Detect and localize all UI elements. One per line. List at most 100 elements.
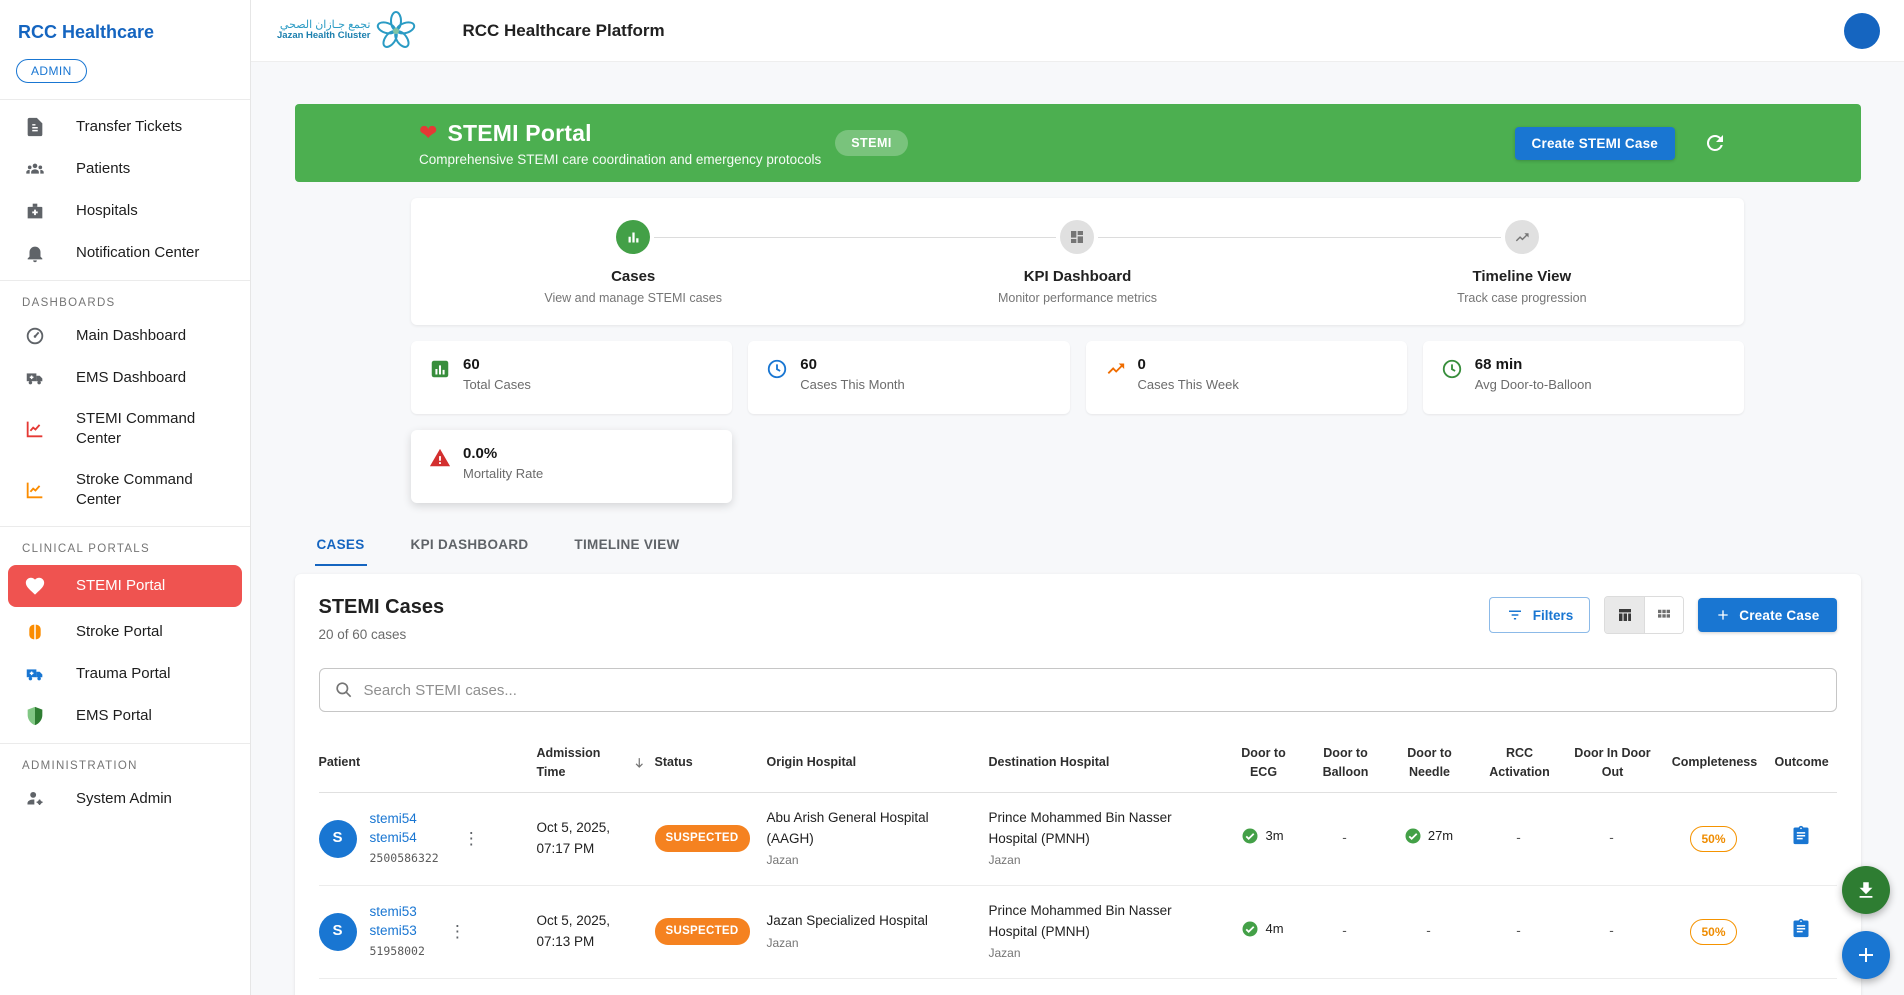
patient-mrn: 2500586322 bbox=[370, 850, 439, 867]
search-icon bbox=[334, 680, 354, 700]
col-door-in-door-out[interactable]: Door In Door Out bbox=[1571, 734, 1663, 792]
destination-city: Jazan bbox=[989, 944, 1217, 962]
trending-icon bbox=[1513, 229, 1530, 246]
col-origin-hospital[interactable]: Origin Hospital bbox=[767, 743, 989, 782]
col-door-to-balloon[interactable]: Door to Balloon bbox=[1309, 734, 1391, 792]
stat-label: Cases This Week bbox=[1138, 377, 1239, 392]
clipboard-icon bbox=[1791, 918, 1811, 938]
sidebar-item-patients[interactable]: Patients bbox=[0, 148, 250, 190]
admission-time: Oct 5, 2025, 07:17 PM bbox=[537, 818, 655, 859]
row-menu-icon[interactable]: ⋮ bbox=[445, 919, 470, 944]
stat-value: 60 bbox=[800, 356, 905, 373]
sidebar-item-label: Stroke Command Center bbox=[76, 470, 236, 511]
patient-link[interactable]: stemi54 bbox=[370, 810, 439, 829]
user-avatar[interactable] bbox=[1844, 13, 1880, 49]
avatar: S bbox=[319, 913, 357, 951]
sidebar-section-clinical-portals: CLINICAL PORTALS bbox=[0, 527, 250, 561]
trending-icon bbox=[1104, 358, 1126, 380]
stemi-chip: STEMI bbox=[835, 130, 908, 156]
col-rcc-activation[interactable]: RCC Activation bbox=[1477, 734, 1571, 792]
step-timeline-view[interactable]: Timeline View Track case progression bbox=[1300, 220, 1744, 305]
stats-row: 60 Total Cases 60 Cases This Month 0 Cas… bbox=[411, 341, 1744, 414]
sidebar-item-system-admin[interactable]: System Admin bbox=[0, 778, 250, 820]
outcome-button[interactable] bbox=[1791, 918, 1811, 941]
create-case-button[interactable]: Create Case bbox=[1698, 598, 1836, 632]
sidebar-section-administration: ADMINISTRATION bbox=[0, 744, 250, 778]
heart-emoji-icon: ❤ bbox=[419, 120, 437, 146]
outcome-button[interactable] bbox=[1791, 825, 1811, 848]
col-door-to-needle[interactable]: Door to Needle bbox=[1391, 734, 1477, 792]
workflow-stepper: Cases View and manage STEMI cases KPI Da… bbox=[411, 198, 1744, 325]
admin-role-badge: ADMIN bbox=[16, 59, 87, 83]
sidebar-item-ems-dashboard[interactable]: EMS Dashboard bbox=[0, 357, 250, 399]
line-chart-icon bbox=[24, 479, 46, 501]
document-icon bbox=[24, 116, 46, 138]
bar-chart-icon bbox=[429, 358, 451, 380]
sidebar-item-stemi-portal[interactable]: STEMI Portal bbox=[8, 565, 242, 607]
table-view-button[interactable] bbox=[1605, 597, 1644, 633]
sidebar-item-stemi-command-center[interactable]: STEMI Command Center bbox=[0, 399, 250, 460]
flower-logo-icon bbox=[376, 11, 416, 51]
destination-city: Jazan bbox=[989, 851, 1217, 869]
row-menu-icon[interactable]: ⋮ bbox=[459, 826, 484, 851]
clipboard-icon bbox=[1791, 825, 1811, 845]
col-patient[interactable]: Patient bbox=[319, 743, 537, 782]
step-label: KPI Dashboard bbox=[1024, 268, 1132, 285]
sidebar-item-stroke-portal[interactable]: Stroke Portal bbox=[0, 611, 250, 653]
step-kpi-dashboard[interactable]: KPI Dashboard Monitor performance metric… bbox=[855, 220, 1299, 305]
sidebar-item-trauma-portal[interactable]: Trauma Portal bbox=[0, 653, 250, 695]
rcc-activation-value: - bbox=[1477, 921, 1571, 941]
heart-icon bbox=[24, 575, 46, 597]
completeness-badge: 50% bbox=[1690, 826, 1736, 852]
grid-view-button[interactable] bbox=[1644, 597, 1683, 633]
sidebar-item-stroke-command-center[interactable]: Stroke Command Center bbox=[0, 460, 250, 521]
step-description: Monitor performance metrics bbox=[998, 291, 1157, 305]
create-stemi-case-button[interactable]: Create STEMI Case bbox=[1515, 127, 1675, 160]
stats-row-2: 0.0% Mortality Rate bbox=[411, 430, 1744, 503]
origin-city: Jazan bbox=[767, 851, 979, 869]
line-chart-icon bbox=[24, 418, 46, 440]
table-row: S stemi53 stemi53 51958002 ⋮ Oct 5, 2025… bbox=[319, 886, 1837, 979]
sidebar-item-notification-center[interactable]: Notification Center bbox=[0, 232, 250, 274]
sidebar-item-ems-portal[interactable]: EMS Portal bbox=[0, 695, 250, 737]
col-outcome[interactable]: Outcome bbox=[1775, 743, 1837, 782]
col-door-to-ecg[interactable]: Door to ECG bbox=[1227, 734, 1309, 792]
sidebar-item-label: Trauma Portal bbox=[76, 664, 170, 684]
bell-icon bbox=[24, 242, 46, 264]
col-destination-hospital[interactable]: Destination Hospital bbox=[989, 743, 1227, 782]
filter-icon bbox=[1506, 606, 1524, 624]
tab-cases[interactable]: CASES bbox=[315, 525, 367, 566]
sidebar-item-main-dashboard[interactable]: Main Dashboard bbox=[0, 315, 250, 357]
tab-timeline-view[interactable]: TIMELINE VIEW bbox=[572, 525, 681, 566]
col-label: Admission Time bbox=[537, 744, 624, 782]
add-fab[interactable] bbox=[1842, 931, 1890, 979]
patient-link[interactable]: stemi54 bbox=[370, 829, 439, 848]
download-fab[interactable] bbox=[1842, 866, 1890, 914]
shield-icon bbox=[24, 705, 46, 727]
patient-link[interactable]: stemi53 bbox=[370, 903, 425, 922]
avatar: S bbox=[319, 820, 357, 858]
door-to-needle-value: 27m bbox=[1428, 826, 1453, 846]
refresh-icon[interactable] bbox=[1703, 131, 1727, 155]
filters-button[interactable]: Filters bbox=[1489, 597, 1591, 633]
stat-label: Cases This Month bbox=[800, 377, 905, 392]
top-app-bar: تجمع جـازان الصحي Jazan Health Cluster R… bbox=[251, 0, 1904, 62]
check-circle-icon bbox=[1241, 827, 1259, 845]
patient-link[interactable]: stemi53 bbox=[370, 922, 425, 941]
portal-tabs: CASES KPI DASHBOARD TIMELINE VIEW bbox=[295, 525, 1861, 566]
search-input[interactable] bbox=[364, 682, 1822, 699]
sidebar-item-hospitals[interactable]: Hospitals bbox=[0, 190, 250, 232]
plus-icon bbox=[1715, 607, 1731, 623]
tab-kpi-dashboard[interactable]: KPI DASHBOARD bbox=[409, 525, 531, 566]
col-completeness[interactable]: Completeness bbox=[1663, 743, 1775, 782]
door-to-ecg-value: 4m bbox=[1265, 919, 1283, 939]
stat-avg-door-to-balloon: 68 min Avg Door-to-Balloon bbox=[1423, 341, 1744, 414]
col-admission-time[interactable]: Admission Time bbox=[537, 734, 655, 792]
col-status[interactable]: Status bbox=[655, 743, 767, 782]
plus-icon bbox=[1854, 943, 1878, 967]
sidebar-item-transfer-tickets[interactable]: Transfer Tickets bbox=[0, 106, 250, 148]
step-cases[interactable]: Cases View and manage STEMI cases bbox=[411, 220, 855, 305]
sort-desc-icon bbox=[632, 755, 647, 771]
check-circle-icon bbox=[1404, 827, 1422, 845]
door-in-door-out-value: - bbox=[1571, 921, 1663, 941]
